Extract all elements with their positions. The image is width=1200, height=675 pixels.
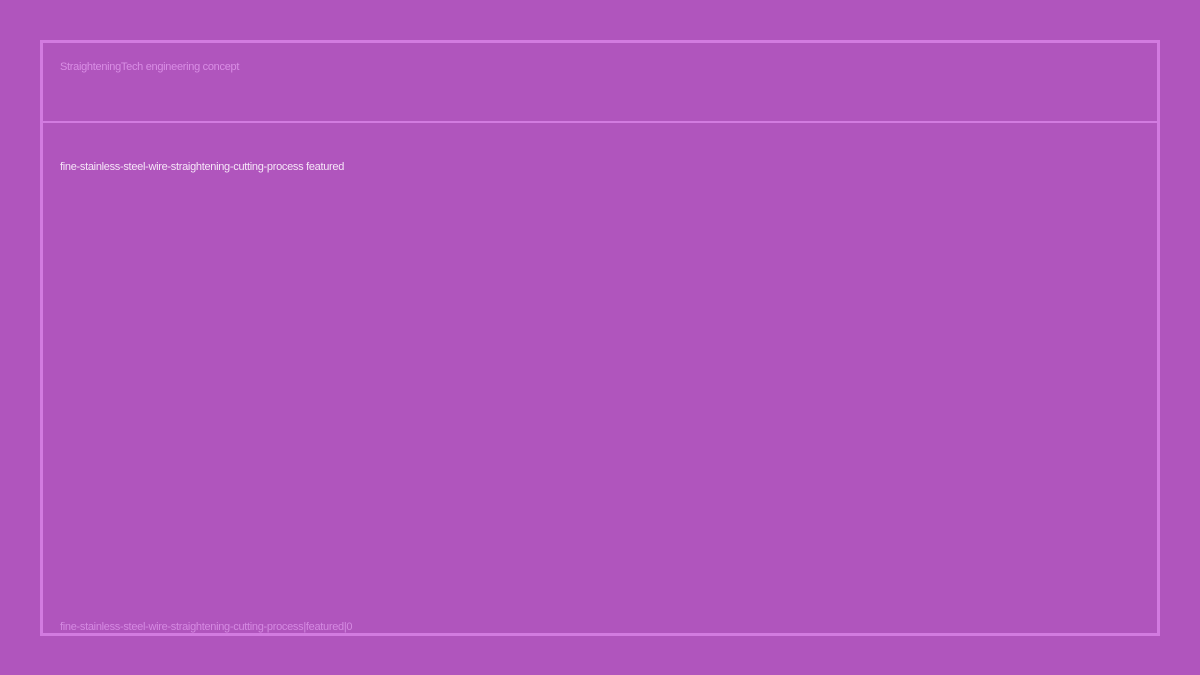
card-header: StraighteningTech engineering concept xyxy=(43,43,1157,123)
page-title: fine-stainless-steel-wire-straightening-… xyxy=(60,161,345,173)
footer-caption: fine-stainless-steel-wire-straightening-… xyxy=(60,621,353,633)
card-frame: StraighteningTech engineering concept fi… xyxy=(40,40,1160,636)
brand-label: StraighteningTech engineering concept xyxy=(60,61,240,73)
